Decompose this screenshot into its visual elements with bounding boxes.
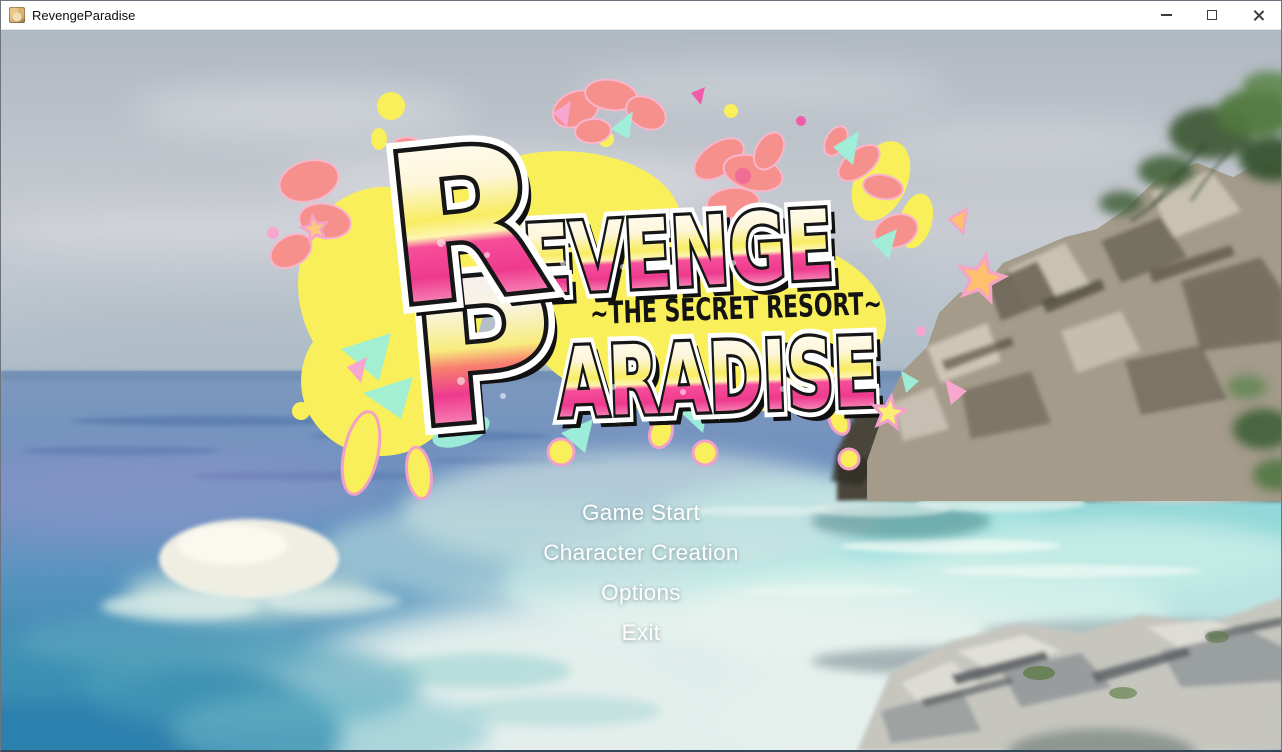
menu-item-options[interactable]: Options — [1, 573, 1281, 613]
svg-text:R: R — [375, 99, 557, 352]
svg-text:P: P — [410, 241, 572, 480]
app-icon — [9, 7, 25, 23]
main-menu: Game Start Character Creation Options Ex… — [1, 493, 1281, 653]
menu-item-game-start[interactable]: Game Start — [1, 493, 1281, 533]
svg-text:~THE SECRET RESORT~: ~THE SECRET RESORT~ — [589, 286, 882, 332]
logo-splash — [264, 77, 967, 501]
svg-text:EVENGE: EVENGE — [527, 197, 842, 325]
svg-text:R: R — [383, 108, 565, 361]
svg-text:P: P — [402, 232, 564, 471]
svg-text:R: R — [375, 99, 557, 352]
close-icon — [1252, 9, 1265, 22]
svg-text:P: P — [402, 232, 564, 471]
coral-splash — [264, 77, 922, 275]
svg-text:ARADISE: ARADISE — [562, 324, 886, 447]
logo-sparkles — [437, 239, 786, 399]
minimize-icon — [1161, 14, 1172, 16]
menu-item-exit[interactable]: Exit — [1, 613, 1281, 653]
logo-letter-p: P P P — [402, 232, 572, 480]
pink-shards — [267, 101, 967, 405]
menu-item-character-creation[interactable]: Character Creation — [1, 533, 1281, 573]
game-logo: EVENGE EVENGE EVENGE ~THE SECRET RESORT~… — [261, 81, 1021, 501]
window-title: RevengeParadise — [32, 8, 135, 23]
game-viewport: EVENGE EVENGE EVENGE ~THE SECRET RESORT~… — [1, 31, 1281, 751]
maximize-button[interactable] — [1189, 1, 1235, 29]
svg-text:EVENGE: EVENGE — [520, 189, 835, 317]
cliff — [867, 71, 1281, 501]
svg-text:EVENGE: EVENGE — [520, 189, 835, 317]
cliff-foliage — [1099, 71, 1281, 491]
logo-word-paradise: ARADISE ARADISE ARADISE — [556, 316, 886, 447]
star-icons — [300, 214, 1008, 429]
maximize-icon — [1207, 10, 1217, 20]
svg-text:ARADISE: ARADISE — [556, 316, 880, 439]
logo-subtitle: ~THE SECRET RESORT~ — [589, 286, 882, 332]
svg-text:ARADISE: ARADISE — [556, 316, 880, 439]
window-controls — [1143, 1, 1281, 29]
minimize-button[interactable] — [1143, 1, 1189, 29]
title-bar[interactable]: RevengeParadise — [1, 1, 1281, 30]
mint-shards — [341, 111, 919, 454]
close-button[interactable] — [1235, 1, 1281, 29]
logo-letter-r: R R R — [375, 99, 565, 362]
logo-word-revenge: EVENGE EVENGE EVENGE — [520, 189, 842, 325]
game-window: RevengeParadise — [0, 0, 1282, 752]
